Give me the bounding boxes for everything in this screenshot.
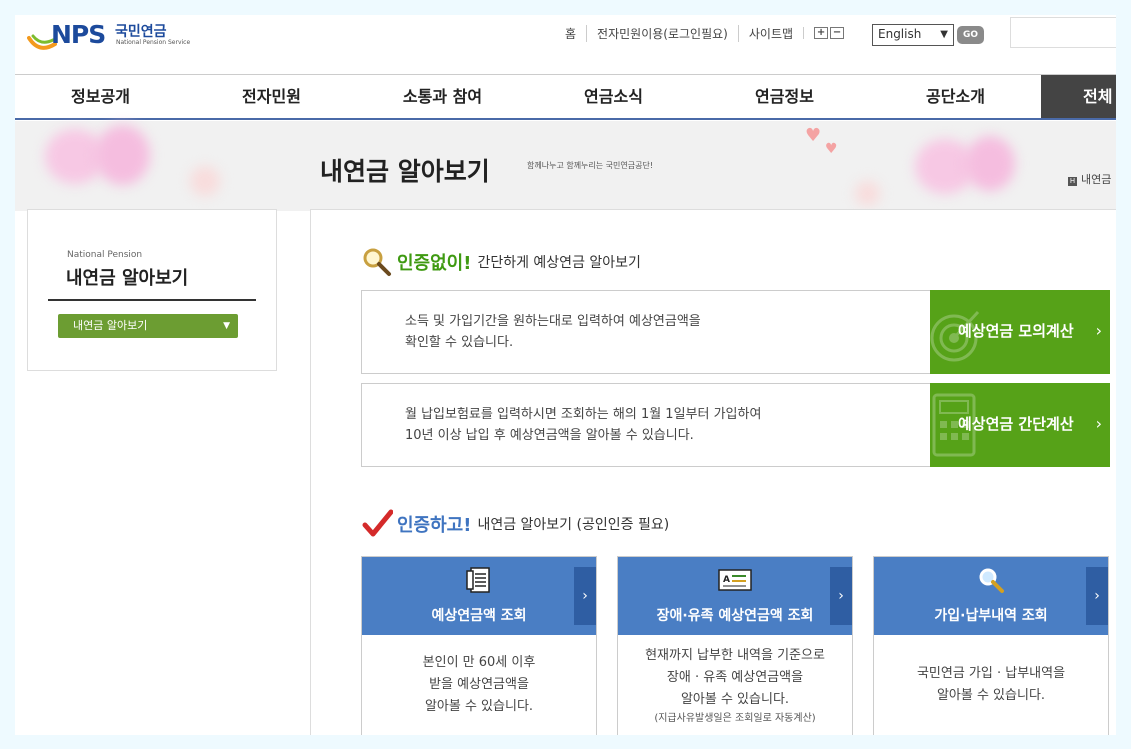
card-header: 가입·납부내역 조회 › [874,557,1108,635]
side-menu-item-label: 내연금 알아보기 [73,319,148,332]
card-header: 예상연금액 조회 › [362,557,596,635]
decorative-heart [190,166,220,196]
simple-calc-desc-line2: 10년 이상 납입 후 예상연금액을 알아볼 수 있습니다. [405,428,694,443]
card-header: A 장애·유족 예상연금액 조회 › [618,557,852,635]
card-title: 장애·유족 예상연금액 조회 [656,608,814,624]
card-subscription-payment-history[interactable]: 가입·납부내역 조회 › 국민연금 가입 · 납부내역을 알아볼 수 있습니다. [873,556,1109,735]
language-select[interactable]: English ▼ [872,24,954,46]
mock-calc-button[interactable]: 예상연금 모의계산 › [930,290,1110,374]
page-title: 내연금 알아보기 [320,157,490,186]
heart-icon: ♥ [825,141,838,157]
nav-item-eservice[interactable]: 전자민원 [186,75,357,118]
chevron-right-icon[interactable]: › [574,567,596,625]
section-auth-emphasis: 인증하고! [397,515,472,536]
logo-text: NPS [51,20,106,49]
section-no-auth-emphasis: 인증없이! [397,253,472,274]
card-text-line: 장애 · 유족 예상연금액을 [666,670,804,685]
mock-calc-desc-line2: 확인할 수 있습니다. [405,335,514,350]
card-text-line: 받을 예상연금액을 [429,677,529,692]
mock-calc-desc-line1: 소득 및 가입기간을 원하는대로 입력하여 예상연금액을 [405,314,701,329]
utility-nav: 홈 전자민원이용(로그인필요) 사이트맵 + − [555,23,854,43]
card-title: 예상연금액 조회 [431,608,527,624]
chevron-right-icon: › [1095,414,1102,433]
chevron-right-icon[interactable]: › [1086,567,1108,625]
simple-calc-description: 월 납입보험료를 입력하시면 조회하는 해의 1월 1일부터 가입하여 10년 … [405,404,761,446]
breadcrumb: H 내연금 [1068,171,1111,187]
side-english-label: National Pension [67,250,143,260]
text-zoom-controls: + − [803,27,854,39]
card-note: (지급사유발생일은 조회일로 자동계산) [654,713,816,724]
card-text-line: 알아볼 수 있습니다. [680,692,790,707]
chevron-down-icon: ▼ [940,29,948,40]
nav-item-communication[interactable]: 소통과 참여 [357,75,528,118]
logo-english: National Pension Service [116,39,191,46]
mock-calc-description: 소득 및 가입기간을 원하는대로 입력하여 예상연금액을 확인할 수 있습니다. [405,311,701,353]
card-body: 현재까지 납부한 내역을 기준으로 장애 · 유족 예상연금액을 알아볼 수 있… [618,635,852,727]
section-auth-heading: 인증하고! 내연금 알아보기 (공인인증 필요) [361,508,669,540]
mock-calc-row: 소득 및 가입기간을 원하는대로 입력하여 예상연금액을 확인할 수 있습니다.… [361,290,1110,374]
section-no-auth-text: 간단하게 예상연금 알아보기 [477,255,641,271]
checkmark-icon [362,509,393,537]
section-no-auth-heading: 인증없이! 간단하게 예상연금 알아보기 [361,246,641,278]
card-title: 가입·납부내역 조회 [934,608,1048,624]
decorative-heart [965,136,1015,191]
card-text-line: 알아볼 수 있습니다. [936,688,1046,703]
nav-item-all[interactable]: 전체 [1041,75,1116,118]
decorative-heart [95,125,150,185]
card-text-line: 본인이 만 60세 이후 [422,655,536,670]
zoom-out-button[interactable]: − [830,27,845,39]
side-menu: National Pension 내연금 알아보기 내연금 알아보기 ▼ [27,209,277,371]
nav-item-disclosure[interactable]: 정보공개 [15,75,186,118]
zoom-in-button[interactable]: + [814,27,829,39]
card-expected-pension[interactable]: 예상연금액 조회 › 본인이 만 60세 이후 받을 예상연금액을 알아볼 수 … [361,556,597,735]
page-subtitle: 함께나누고 함께누리는 국민연금공단! [527,161,654,170]
side-title: 내연금 알아보기 [66,268,189,289]
simple-calc-desc-line1: 월 납입보험료를 입력하시면 조회하는 해의 1월 1일부터 가입하여 [405,407,762,422]
magnifier-icon [979,568,1004,593]
main-nav: 정보공개 전자민원 소통과 참여 연금소식 연금정보 공단소개 전체 [15,74,1116,120]
magnifier-icon [363,248,391,276]
card-body: 국민연금 가입 · 납부내역을 알아볼 수 있습니다. [874,635,1108,707]
document-icon [466,567,490,593]
breadcrumb-current[interactable]: 내연금 [1081,173,1111,186]
card-text-line: 현재까지 납부한 내역을 기준으로 [645,648,825,663]
card-text-line: 국민연금 가입 · 납부내역을 [916,666,1066,681]
chevron-right-icon: › [1095,321,1102,340]
page: NPS 국민연금 National Pension Service 홈 전자민원… [15,15,1116,735]
language-selected-value: English [878,27,922,41]
card-body: 본인이 만 60세 이후 받을 예상연금액을 알아볼 수 있습니다. [362,635,596,718]
chevron-right-icon[interactable]: › [830,567,852,625]
nav-item-news[interactable]: 연금소식 [528,75,699,118]
chevron-down-icon: ▼ [223,321,230,331]
nav-item-about[interactable]: 공단소개 [870,75,1041,118]
side-divider [48,299,256,301]
side-menu-item-my-pension[interactable]: 내연금 알아보기 ▼ [58,314,238,338]
nps-logo[interactable]: NPS 국민연금 National Pension Service [27,20,197,60]
simple-calc-button[interactable]: 예상연금 간단계산 › [930,383,1110,467]
card-disability-survivor-pension[interactable]: A 장애·유족 예상연금액 조회 › 현재까지 납부한 내역을 기준으로 장애 … [617,556,853,735]
decorative-heart [855,181,880,206]
logo-korean: 국민연금 [115,24,167,40]
util-link-home[interactable]: 홈 [555,25,586,42]
nav-item-pension-info[interactable]: 연금정보 [699,75,870,118]
card-text-line: 알아볼 수 있습니다. [424,699,534,714]
home-icon[interactable]: H [1068,177,1077,186]
svg-text:A: A [723,575,730,585]
main-content: 인증없이! 간단하게 예상연금 알아보기 소득 및 가입기간을 원하는대로 입력… [310,209,1116,735]
section-auth-text: 내연금 알아보기 (공인인증 필요) [477,517,670,533]
id-card-icon: A [718,569,752,591]
language-go-button[interactable]: GO [957,26,984,44]
util-link-sitemap[interactable]: 사이트맵 [737,24,803,42]
target-icon [930,310,980,362]
heart-icon: ♥ [805,125,822,146]
calculator-icon [932,393,976,457]
util-link-eservice[interactable]: 전자민원이용(로그인필요) [586,24,738,42]
simple-calc-row: 월 납입보험료를 입력하시면 조회하는 해의 1월 1일부터 가입하여 10년 … [361,383,1110,467]
search-input[interactable] [1010,17,1116,48]
